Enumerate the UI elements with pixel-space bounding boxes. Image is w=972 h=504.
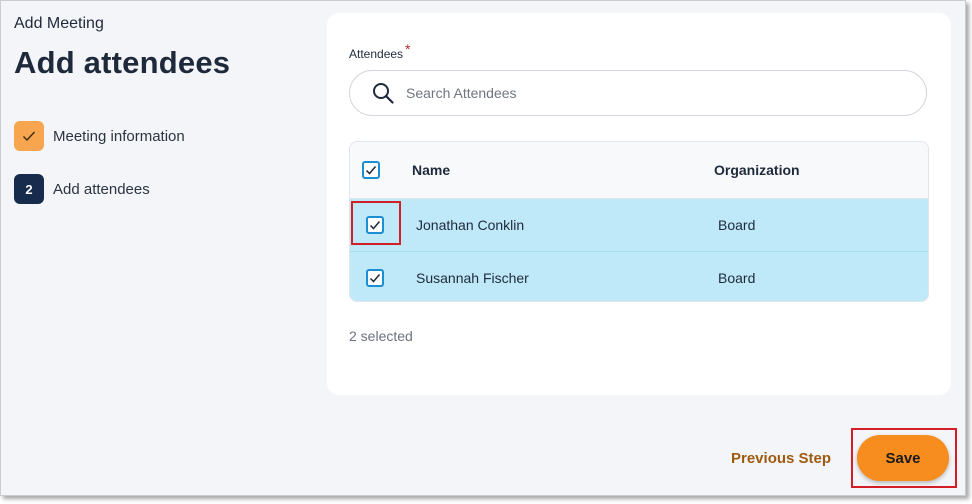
table-row[interactable]: Susannah Fischer Board [350, 251, 928, 301]
check-icon [23, 131, 36, 142]
check-icon [365, 166, 377, 175]
app-frame: Add Meeting Add attendees Meeting inform… [0, 0, 966, 496]
check-icon [369, 274, 381, 283]
column-header-organization[interactable]: Organization [714, 142, 800, 198]
search-input[interactable] [404, 84, 888, 102]
table-row[interactable]: Jonathan Conklin Board [350, 199, 928, 251]
attendees-field-label: Attendees * [349, 41, 411, 61]
select-all-checkbox[interactable] [362, 161, 380, 179]
step-complete-badge [14, 121, 44, 151]
attendee-organization: Board [718, 270, 756, 286]
column-header-name[interactable]: Name [412, 142, 450, 198]
step-label: Add attendees [53, 180, 150, 198]
page-title: Add attendees [14, 45, 231, 80]
previous-step-button[interactable]: Previous Step [731, 450, 831, 467]
table-header-row: Name Organization [350, 142, 928, 199]
save-button[interactable]: Save [857, 435, 949, 481]
attendee-name: Jonathan Conklin [416, 217, 525, 233]
required-marker: * [405, 41, 411, 57]
step-label: Meeting information [53, 127, 185, 145]
step-meeting-information[interactable]: Meeting information [14, 121, 185, 151]
callout-highlight-checkbox [351, 201, 401, 245]
attendee-name: Susannah Fischer [416, 270, 529, 286]
search-icon [373, 83, 394, 104]
attendees-table: Name Organization Jonathan Conklin Board [349, 141, 929, 302]
attendee-organization: Board [718, 217, 756, 233]
breadcrumb: Add Meeting [14, 15, 104, 32]
attendees-card: Attendees* Name Organization [327, 13, 951, 395]
selected-count: 2 selected [349, 328, 413, 344]
attendees-label-text: Attendees [349, 47, 404, 61]
row-checkbox[interactable] [366, 269, 384, 287]
step-number-badge: 2 [14, 174, 44, 204]
search-attendees-field[interactable] [349, 70, 927, 116]
step-add-attendees[interactable]: 2 Add attendees [14, 174, 150, 204]
